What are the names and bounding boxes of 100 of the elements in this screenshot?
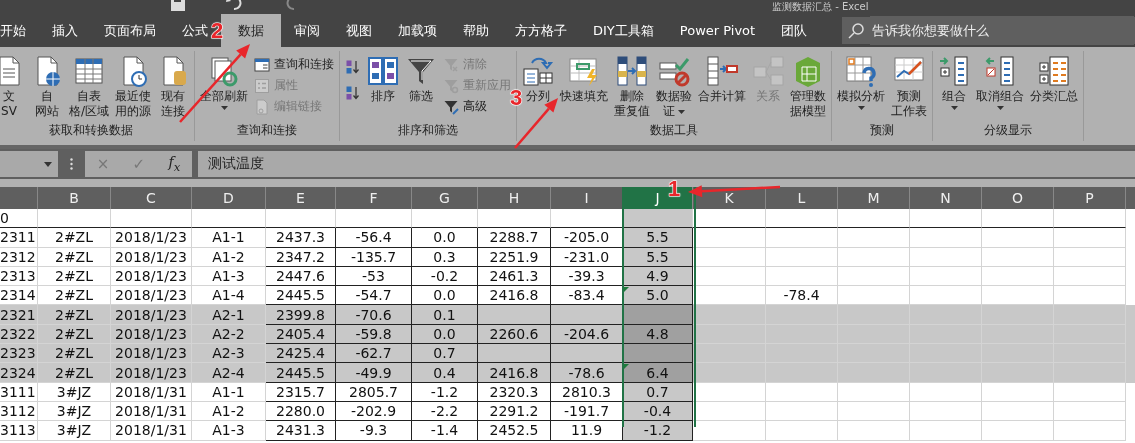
table-cell bbox=[1054, 247, 1126, 267]
ribbon-button[interactable]: 筛选 bbox=[402, 51, 441, 104]
table-cell bbox=[1054, 266, 1126, 287]
column-header[interactable]: P bbox=[1054, 187, 1126, 209]
ribbon-button[interactable]: 数据验 证 bbox=[653, 51, 696, 119]
table-cell: -70.6 bbox=[336, 305, 412, 325]
caret-icon bbox=[44, 161, 52, 167]
ribbon-tab[interactable]: 团队 bbox=[768, 14, 821, 47]
ribbon-button[interactable]: 管理数 据模型 bbox=[787, 51, 830, 119]
table-cell: 2291.2 bbox=[478, 401, 551, 422]
table-icon bbox=[73, 55, 105, 87]
table-cell: 2280.0 bbox=[266, 401, 336, 422]
table-cell: 2288.7 bbox=[478, 228, 551, 248]
table-cell: 5.5 bbox=[623, 228, 693, 248]
ribbon-tab[interactable]: 帮助 bbox=[450, 14, 502, 47]
table-cell: 2810.3 bbox=[551, 382, 623, 402]
save-icon[interactable] bbox=[170, 0, 186, 11]
subtotal-icon bbox=[1038, 55, 1071, 87]
table-cell bbox=[982, 266, 1054, 287]
ribbon-button[interactable]: 分类汇总 bbox=[1027, 51, 1082, 104]
question-table-icon bbox=[845, 55, 878, 87]
ribbon-button[interactable]: 查询和连接 bbox=[251, 55, 338, 74]
table-cell: A1-2 bbox=[192, 247, 266, 267]
ribbon-tab[interactable]: 页面布局 bbox=[91, 14, 169, 47]
table-cell: -2.2 bbox=[412, 401, 478, 422]
table-cell bbox=[838, 209, 910, 229]
table-cell: -78.6 bbox=[551, 363, 623, 383]
formula-field[interactable]: 测试温度 bbox=[198, 151, 1135, 177]
table-cell: 2416.8 bbox=[478, 363, 551, 383]
table-cell: 0 bbox=[0, 209, 38, 229]
column-header[interactable]: G bbox=[412, 187, 478, 209]
table-cell: 0.1 bbox=[412, 305, 478, 325]
ribbon-tab[interactable]: 开始 bbox=[0, 14, 39, 47]
table-cell: 5.0 bbox=[646, 287, 669, 304]
table-cell bbox=[266, 209, 336, 229]
group-label: 分级显示 bbox=[983, 122, 1034, 139]
table-cell: 2#ZL bbox=[38, 266, 111, 287]
table-cell: 3#JZ bbox=[38, 382, 111, 402]
column-header[interactable]: O bbox=[982, 187, 1054, 209]
table-cell: -191.7 bbox=[551, 401, 623, 422]
ribbon-tab[interactable]: 视图 bbox=[333, 14, 385, 47]
ribbon-button[interactable]: 自 网站 bbox=[28, 51, 66, 119]
table-cell: 2018/1/23 bbox=[111, 266, 192, 287]
column-header[interactable]: B bbox=[38, 187, 111, 209]
table-cell: -205.0 bbox=[551, 228, 623, 248]
group-label: 数据工具 bbox=[649, 122, 700, 139]
split-columns-icon bbox=[522, 55, 555, 87]
table-cell: 2018/1/23 bbox=[111, 363, 192, 383]
ribbon-tab[interactable]: 插入 bbox=[39, 14, 91, 47]
ribbon-button[interactable]: 排序 bbox=[364, 51, 403, 104]
table-cell: A1-1 bbox=[192, 382, 266, 402]
table-cell bbox=[982, 401, 1054, 422]
group-icon bbox=[938, 55, 971, 87]
column-header[interactable]: M bbox=[838, 187, 910, 209]
ribbon-tab[interactable]: 审阅 bbox=[281, 14, 333, 47]
ribbon-button[interactable]: 合并计算 bbox=[695, 51, 750, 104]
ribbon-button[interactable]: 预测 工作表 bbox=[888, 51, 931, 119]
table-cell: 2315.7 bbox=[266, 382, 336, 402]
ribbon-button[interactable]: 模拟分析 bbox=[834, 51, 889, 110]
table-cell: 2461.3 bbox=[478, 266, 551, 287]
ribbon-button[interactable]: 删除 重复值 bbox=[611, 51, 654, 119]
table-cell bbox=[766, 228, 838, 248]
column-header[interactable]: D bbox=[192, 187, 266, 209]
more-icon bbox=[70, 158, 73, 170]
undo-icon[interactable] bbox=[226, 0, 244, 11]
table-cell: 2347.2 bbox=[266, 247, 336, 267]
table-cell: 2312 bbox=[0, 247, 38, 267]
column-header[interactable]: C bbox=[111, 187, 192, 209]
ribbon-tab[interactable]: DIY工具箱 bbox=[580, 14, 667, 47]
ribbon-button[interactable]: 文 SV bbox=[0, 51, 28, 119]
table-cell: 2#ZL bbox=[38, 363, 111, 383]
table-cell: 3#JZ bbox=[38, 421, 111, 441]
column-header[interactable]: L bbox=[766, 187, 838, 209]
ribbon-button[interactable]: 最近使 用的源 bbox=[112, 51, 155, 119]
ribbon-button[interactable]: 现有 连接 bbox=[154, 51, 193, 119]
table-cell: 2018/1/31 bbox=[111, 401, 192, 422]
column-header[interactable]: I bbox=[551, 187, 623, 209]
table-cell: 2#ZL bbox=[38, 305, 111, 325]
table-cell bbox=[766, 382, 838, 402]
ribbon-button[interactable]: 快速填充 bbox=[557, 51, 612, 104]
column-header[interactable]: E bbox=[266, 187, 336, 209]
column-header[interactable]: F bbox=[336, 187, 412, 209]
table-cell bbox=[982, 421, 1054, 441]
search-input[interactable]: 告诉我你想要做什么 bbox=[870, 16, 1135, 45]
ribbon-button[interactable]: 取消组合 bbox=[973, 51, 1028, 110]
ribbon-button[interactable]: 自表 格/区域 bbox=[66, 51, 113, 119]
ribbon-button[interactable]: 组合 bbox=[935, 51, 974, 110]
filter-pencil-icon bbox=[443, 98, 460, 115]
table-cell: -231.0 bbox=[551, 247, 623, 267]
column-header[interactable]: N bbox=[910, 187, 982, 209]
insert-function-button[interactable]: f$_{x}$ bbox=[164, 154, 185, 174]
ribbon-tab[interactable]: 加载项 bbox=[385, 14, 450, 47]
ribbon-tab[interactable]: 方方格子 bbox=[502, 14, 580, 47]
table-cell: -1.2 bbox=[412, 382, 478, 402]
search-field[interactable]: 告诉我你想要做什么 bbox=[842, 17, 1135, 44]
table-cell: -202.9 bbox=[336, 401, 412, 422]
column-header[interactable]: H bbox=[478, 187, 551, 209]
table-cell bbox=[766, 209, 838, 229]
table-cell: 2018/1/23 bbox=[111, 247, 192, 267]
ribbon-tab[interactable]: Power Pivot bbox=[666, 14, 769, 47]
